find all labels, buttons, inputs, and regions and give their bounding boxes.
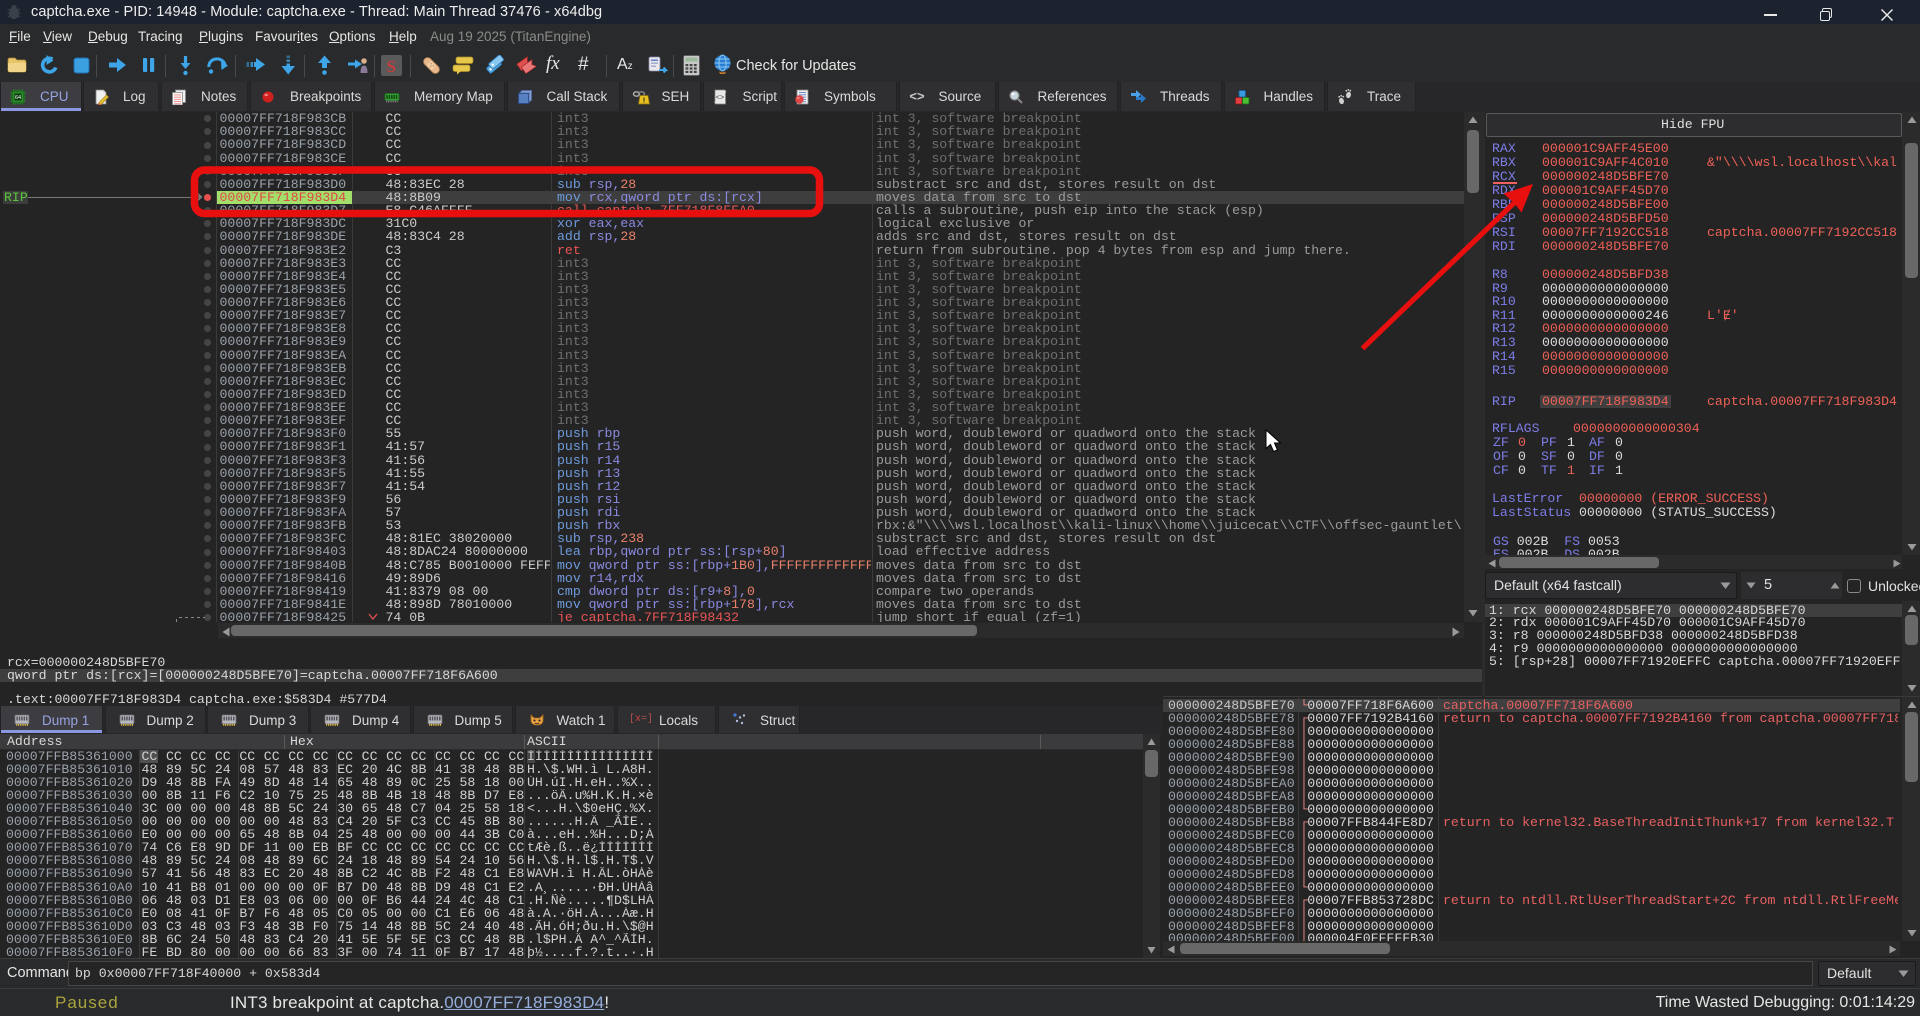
svg-text:!: ! bbox=[642, 96, 645, 105]
svg-text:64: 64 bbox=[15, 95, 21, 101]
svg-text:<>: <> bbox=[715, 95, 723, 103]
svg-text:<>: <> bbox=[909, 89, 925, 103]
